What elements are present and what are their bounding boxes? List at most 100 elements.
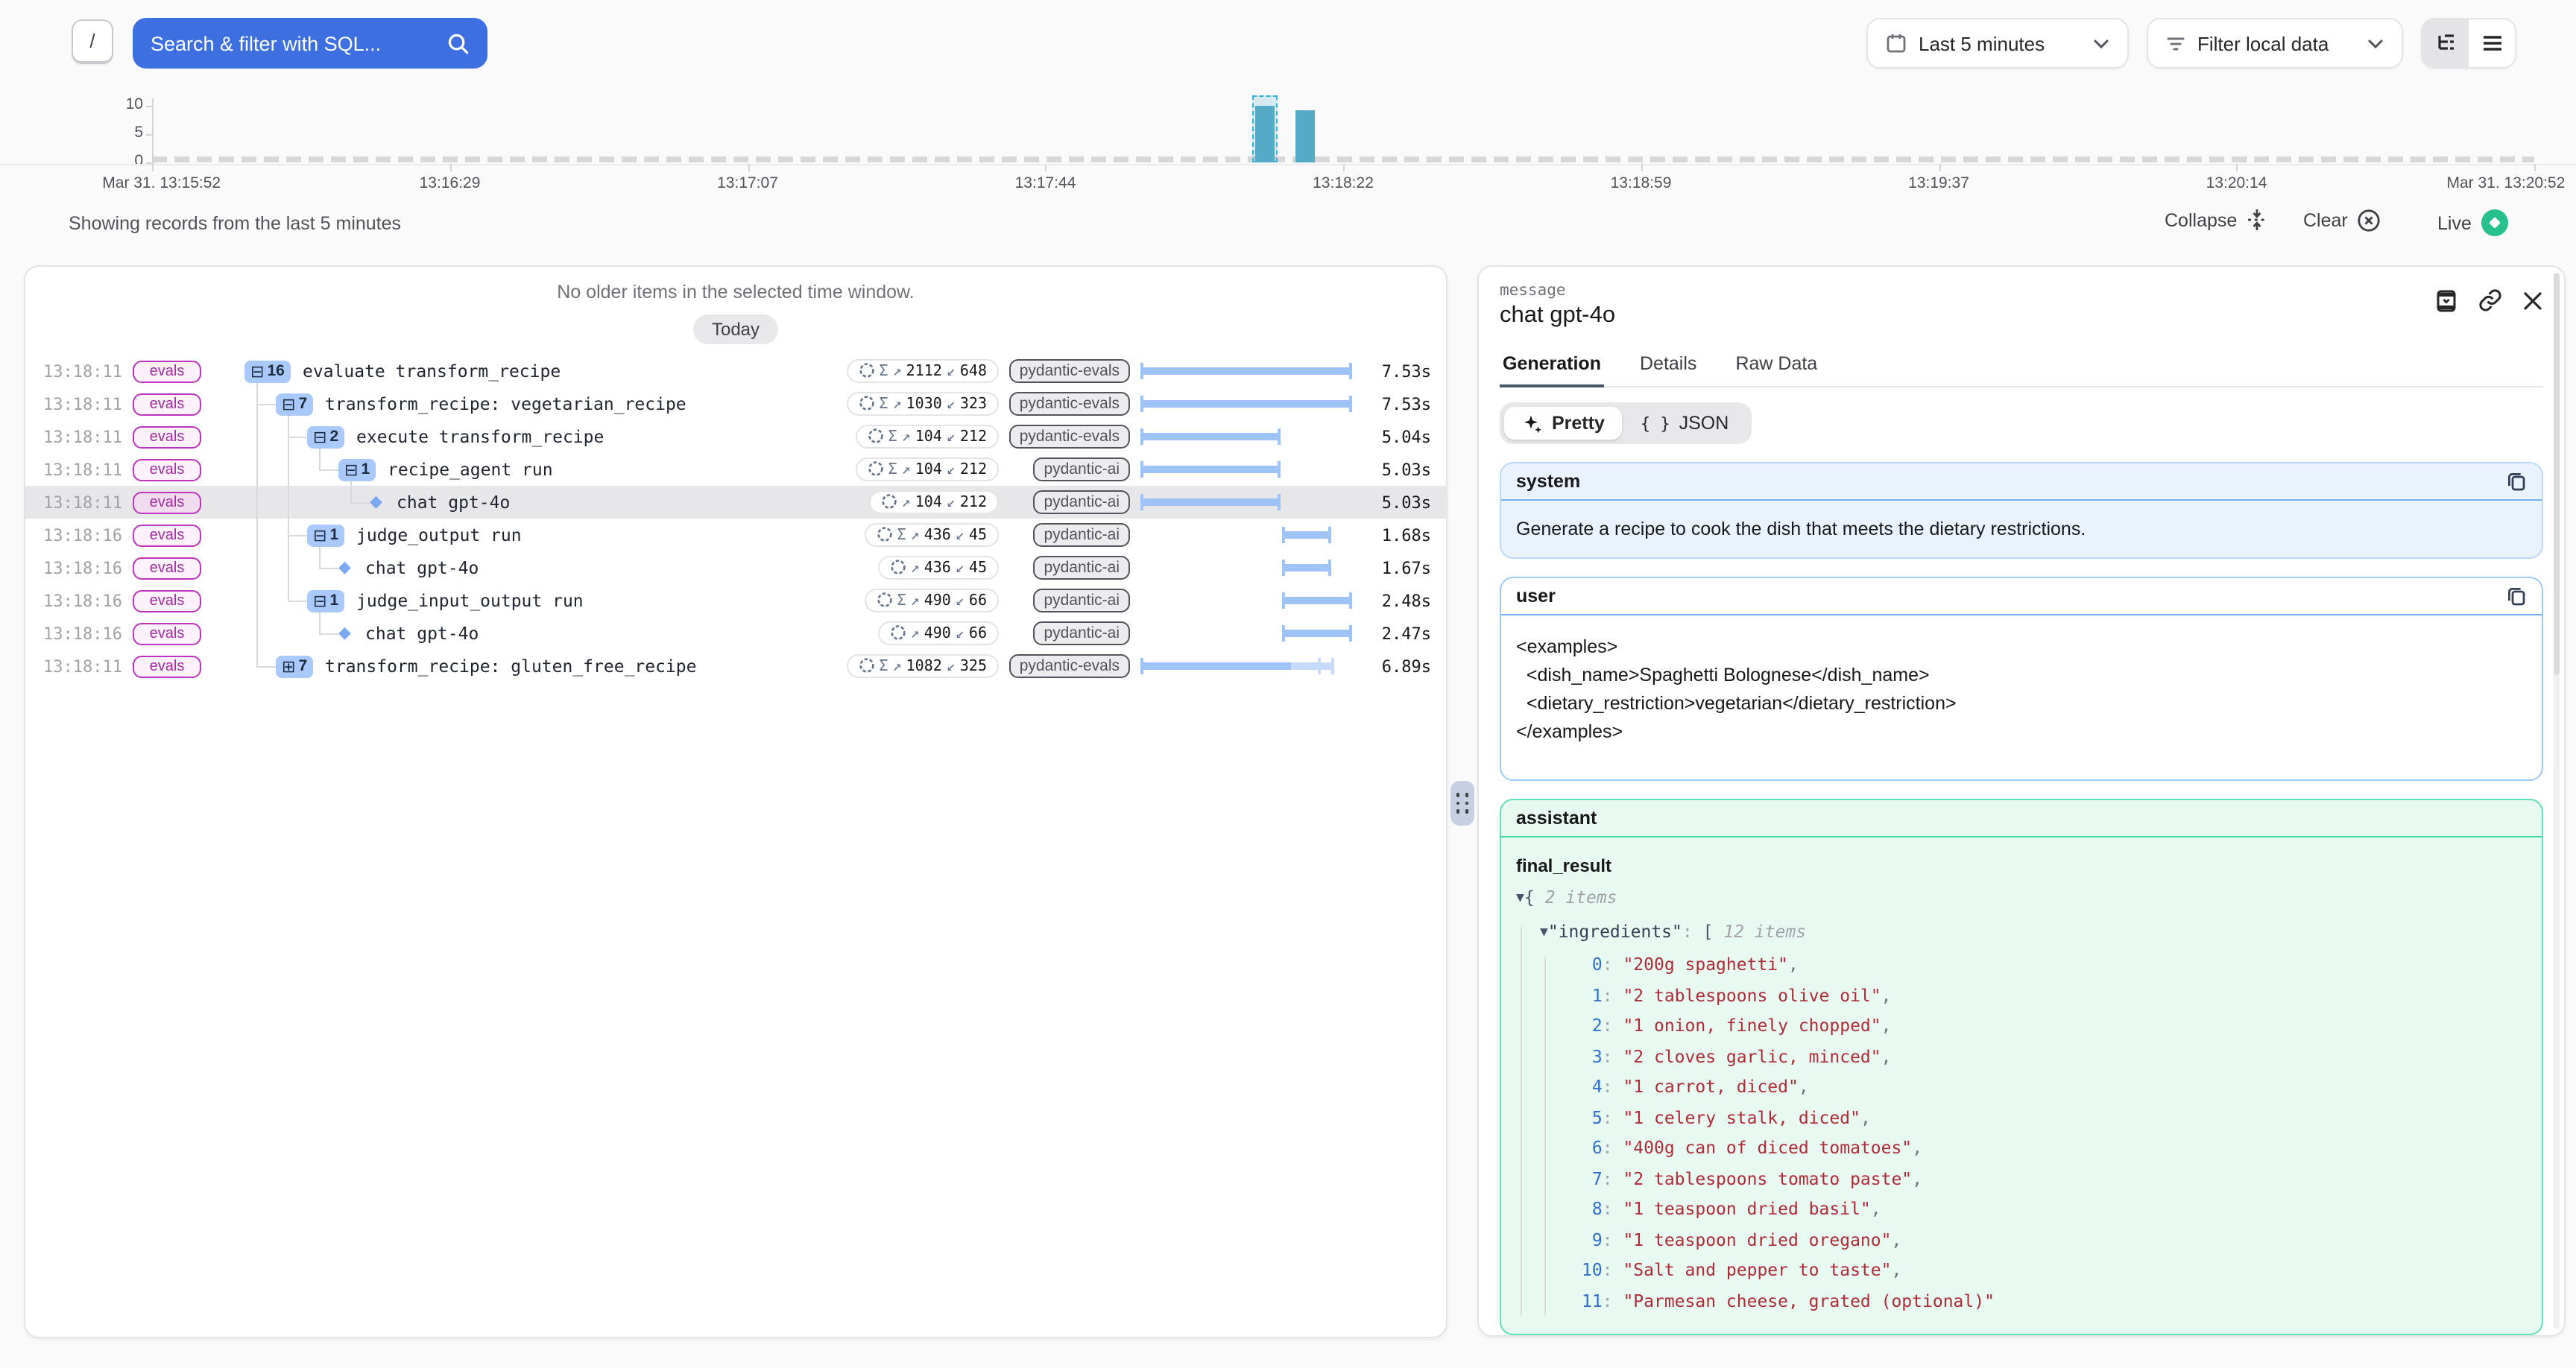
pretty-toggle[interactable]: Pretty [1504,407,1623,440]
row-timestamp: 13:18:11 [25,460,109,479]
row-duration: 1.67s [1360,558,1446,577]
child-count: 7 [298,657,307,675]
scope-tag[interactable]: pydantic-ai [1033,589,1130,612]
collapse-button[interactable]: Collapse [2165,209,2267,231]
list-view-toggle[interactable] [2469,19,2515,67]
span-count-chip[interactable]: ⊟1 [338,458,376,481]
token-usage-chip[interactable]: ↗436↙45 [878,556,999,580]
scrollbar-thumb[interactable] [2554,273,2560,675]
span-count-chip[interactable]: ⊟16 [244,360,291,382]
collapse-chevron-icon[interactable]: ▼ [1516,884,1524,914]
tab-generation[interactable]: Generation [1500,347,1604,387]
tokens-icon [859,657,875,676]
panel-resize-handle[interactable] [1450,781,1474,826]
row-timestamp: 13:18:16 [25,624,109,643]
x-axis-tick [1343,164,1345,171]
copy-icon[interactable] [2506,471,2527,492]
collapse-node-icon: ⊟ [313,428,326,445]
environment-badge[interactable]: evals [133,622,201,645]
input-tokens-arrow-icon: ↗ [902,461,911,478]
token-usage-chip[interactable]: ↗490↙66 [878,621,999,645]
histogram-bar[interactable] [1256,105,1275,162]
live-toggle[interactable]: Live [2437,209,2509,237]
span-count-chip[interactable]: ⊟2 [307,425,344,448]
tree-cell: ◆chat gpt-4o [225,551,823,584]
token-usage-chip[interactable]: Σ↗436↙45 [865,523,999,547]
input-tokens: 436 [924,527,951,543]
filter-local-data-dropdown[interactable]: Filter local data [2147,18,2403,69]
output-tokens: 45 [969,527,987,543]
span-count-chip[interactable]: ⊞7 [276,655,313,677]
dock-panel-icon[interactable] [2434,288,2458,312]
environment-badge[interactable]: evals [133,524,201,546]
scope-tag[interactable]: pydantic-ai [1033,556,1130,580]
environment-badge[interactable]: evals [133,360,201,382]
trace-row[interactable]: 13:18:16evals◆chat gpt-4o↗436↙45pydantic… [25,551,1446,584]
token-usage-chip[interactable]: Σ↗104↙212 [856,457,999,481]
scope-tag[interactable]: pydantic-evals [1009,359,1130,383]
environment-badge[interactable]: evals [133,655,201,677]
trace-rows: 13:18:11 evals ⊟16evaluate transform_recip… [25,355,1446,683]
token-usage-chip[interactable]: ↗104↙212 [869,490,999,514]
time-range-dropdown[interactable]: Last 5 minutes [1866,18,2129,69]
trace-row[interactable]: 13:18:11evals⊞7transform_recipe: gluten_… [25,650,1446,683]
scope-tag[interactable]: pydantic-evals [1009,392,1130,416]
trace-row[interactable]: 13:18:16evals⊟1judge_output runΣ↗436↙45p… [25,519,1446,551]
span-count-chip[interactable]: ⊟7 [276,393,313,415]
logfire-live-view: / Search & filter with SQL... Last 5 min… [0,0,2576,1368]
copy-link-icon[interactable] [2478,288,2503,313]
copy-icon[interactable] [2506,586,2527,607]
environment-badge[interactable]: evals [133,589,201,612]
token-usage-chip[interactable]: Σ↗1082↙325 [847,654,1000,678]
row-timestamp: 13:18:11 [25,493,109,512]
scope-tag[interactable]: pydantic-ai [1033,523,1130,547]
expand-node-icon: ⊞ [282,658,295,674]
scope-tag[interactable]: pydantic-evals [1009,425,1130,449]
json-array-item: 1: "2 tablespoons olive oil", [1516,980,2527,1010]
trace-row[interactable]: 13:18:16evals◆chat gpt-4o↗490↙66pydantic… [25,617,1446,650]
clear-button[interactable]: Clear [2303,209,2381,232]
tree-cell: ⊟16evaluate transform_recipe [225,355,823,387]
today-pill[interactable]: Today [694,314,777,344]
input-tokens: 490 [924,625,951,642]
token-usage-chip[interactable]: Σ↗1030↙323 [847,392,1000,416]
environment-badge[interactable]: evals [133,393,201,415]
trace-row[interactable]: 13:18:11evals⊟1recipe_agent runΣ↗104↙212… [25,453,1446,486]
tokens-icon [877,526,893,545]
token-usage-chip[interactable]: Σ↗490↙66 [865,589,999,612]
environment-badge[interactable]: evals [133,557,201,579]
input-tokens-arrow-icon: ↗ [911,560,920,576]
leaf-span-icon: ◆ [338,560,351,576]
scope-tag[interactable]: pydantic-ai [1033,621,1130,645]
environment-badge[interactable]: evals [133,458,201,481]
trace-row[interactable]: 13:18:11evals⊟2execute transform_recipeΣ… [25,420,1446,453]
token-usage-chip[interactable]: Σ↗104↙212 [856,425,999,449]
span-count-chip[interactable]: ⊟1 [307,589,344,612]
output-tokens-arrow-icon: ↙ [947,461,956,478]
tab-raw-data[interactable]: Raw Data [1732,347,1820,386]
histogram-bar[interactable] [1295,111,1315,162]
environment-badge[interactable]: evals [133,491,201,513]
row-duration: 6.89s [1360,656,1446,676]
detail-kind-label: message [1500,282,2543,300]
span-count-chip[interactable]: ⊟1 [307,524,344,546]
environment-badge[interactable]: evals [133,425,201,448]
baseline-solid [0,164,2576,165]
row-timestamp: 13:18:16 [25,525,109,545]
token-usage-chip[interactable]: Σ↗2112↙648 [847,359,1000,383]
tree-view-toggle[interactable] [2422,19,2469,67]
scope-tag[interactable]: pydantic-ai [1033,457,1130,481]
collapse-chevron-icon[interactable]: ▼ [1540,917,1548,948]
trace-row[interactable]: 13:18:11evals⊟7transform_recipe: vegetar… [25,387,1446,420]
scope-tag[interactable]: pydantic-ai [1033,490,1130,514]
trace-row[interactable]: 13:18:16evals⊟1judge_input_output runΣ↗4… [25,584,1446,617]
trace-row[interactable]: 13:18:11evals◆chat gpt-4o↗104↙212pydanti… [25,486,1446,519]
trace-row[interactable]: 13:18:11evals⊟16evaluate transform_recip… [25,355,1446,387]
scope-tag[interactable]: pydantic-evals [1009,654,1130,678]
json-toggle[interactable]: { } JSON [1623,407,1746,440]
close-icon[interactable] [2522,290,2543,311]
search-button[interactable]: Search & filter with SQL... [133,18,487,69]
tab-details[interactable]: Details [1637,347,1699,386]
sigma-icon: Σ [880,396,888,412]
input-tokens-arrow-icon: ↗ [911,625,920,642]
